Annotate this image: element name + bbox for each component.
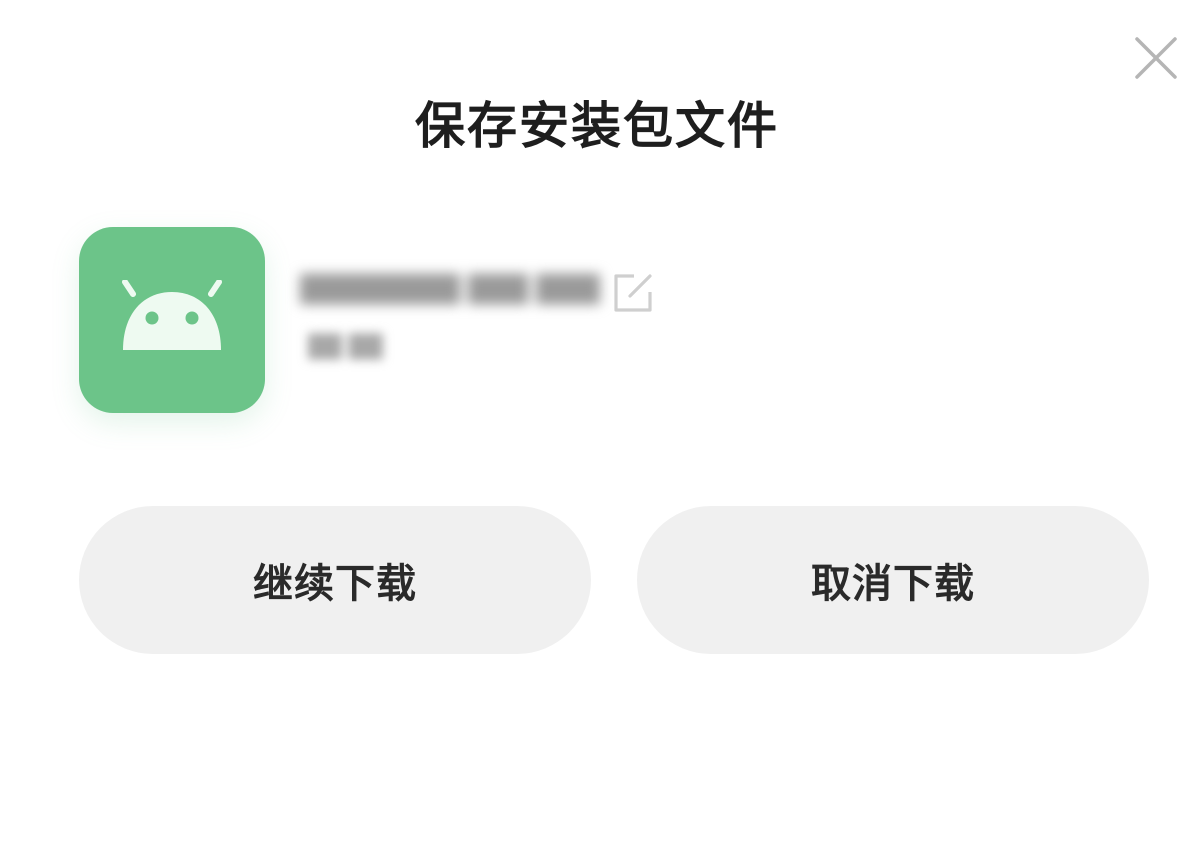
close-button[interactable] xyxy=(1126,28,1186,88)
continue-download-button[interactable]: 继续下载 xyxy=(79,506,591,654)
android-icon xyxy=(122,280,222,350)
app-icon xyxy=(79,227,265,413)
save-apk-dialog: 保存安装包文件 ████████ ███ ████ ██ ██ 继续下载 取消下… xyxy=(0,0,1194,854)
cancel-download-button[interactable]: 取消下载 xyxy=(637,506,1149,654)
close-icon[interactable] xyxy=(1134,36,1178,80)
apk-file-size: ██ ██ xyxy=(308,335,383,360)
edit-icon[interactable] xyxy=(610,270,656,316)
rename-button[interactable] xyxy=(610,270,656,316)
dialog-title: 保存安装包文件 xyxy=(415,97,779,155)
apk-file-name: ████████ ███ ████ xyxy=(300,275,600,305)
